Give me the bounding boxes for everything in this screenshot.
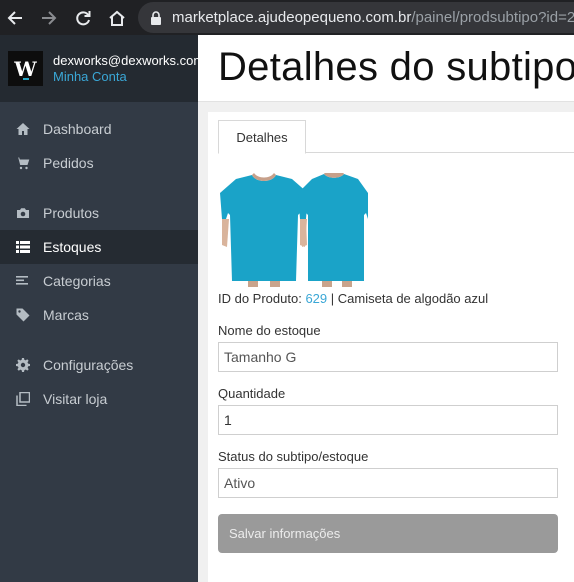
user-block: W dexworks@dexworks.com Minha Conta <box>0 35 198 102</box>
tshirt-image <box>220 173 368 287</box>
stock-name-field[interactable]: Tamanho G <box>218 342 558 372</box>
back-button[interactable] <box>0 0 30 35</box>
tag-icon <box>16 308 30 322</box>
sidebar-item-estoques[interactable]: Estoques <box>0 230 198 264</box>
sidebar-item-produtos[interactable]: Produtos <box>0 196 198 230</box>
sidebar-item-label: Visitar loja <box>43 391 108 407</box>
tab-bar: Detalhes <box>218 120 574 154</box>
sidebar-item-label: Categorias <box>43 273 111 289</box>
user-info: dexworks@dexworks.com Minha Conta <box>53 53 198 85</box>
sidebar-item-label: Pedidos <box>43 155 94 171</box>
quantity-label: Quantidade <box>218 386 286 401</box>
sidebar-item-label: Configurações <box>43 357 134 373</box>
sidebar-item-label: Marcas <box>43 307 89 323</box>
product-id-label: ID do Produto: <box>218 291 302 306</box>
status-field[interactable]: Ativo <box>218 468 558 498</box>
logo-letter: W <box>14 56 37 81</box>
separator: | <box>330 291 335 306</box>
house-icon <box>109 10 125 26</box>
sidebar-item-categorias[interactable]: Categorias <box>0 264 198 298</box>
sidebar-item-label: Produtos <box>43 205 100 221</box>
lines-icon <box>16 274 30 288</box>
url-path: /painel/prodsubtipo?id=2 <box>411 9 574 26</box>
product-id-link[interactable]: 629 <box>305 291 327 306</box>
gear-icon <box>16 358 30 372</box>
sidebar-item-dashboard[interactable]: Dashboard <box>0 112 198 146</box>
sidebar-menu: Dashboard Pedidos Produtos Estoques Cate… <box>0 102 198 416</box>
camera-icon <box>16 206 30 220</box>
details-panel: Detalhes ID do Produto: 629 | Camiseta d… <box>208 112 574 582</box>
reload-icon <box>76 10 91 25</box>
user-email: dexworks@dexworks.com <box>53 52 198 68</box>
cart-icon <box>16 156 30 170</box>
page-header: Detalhes do subtipo <box>198 35 574 102</box>
product-name: Camiseta de algodão azul <box>337 291 489 306</box>
status-label: Status do subtipo/estoque <box>218 449 369 464</box>
external-link-icon <box>16 392 30 406</box>
sidebar-item-configuracoes[interactable]: Configurações <box>0 348 198 382</box>
arrow-left-icon <box>7 10 22 25</box>
sidebar-item-label: Estoques <box>43 239 102 255</box>
url-host: marketplace.ajudeopequeno.com.br <box>172 9 412 26</box>
main-content: Detalhes do subtipo Detalhes ID do Produ… <box>198 35 574 582</box>
reload-button[interactable] <box>68 0 98 35</box>
sidebar-item-marcas[interactable]: Marcas <box>0 298 198 332</box>
product-info: ID do Produto: 629 | Camiseta de algodão… <box>218 291 574 307</box>
arrow-right-icon <box>42 10 57 25</box>
my-account-link[interactable]: Minha Conta <box>53 69 198 85</box>
sidebar-item-visitar-loja[interactable]: Visitar loja <box>0 382 198 416</box>
page-title: Detalhes do subtipo <box>218 45 574 89</box>
home-icon <box>16 122 30 136</box>
sidebar-item-pedidos[interactable]: Pedidos <box>0 146 198 180</box>
browser-toolbar: marketplace.ajudeopequeno.com.br/painel/… <box>0 0 574 35</box>
sidebar-item-label: Dashboard <box>43 121 112 137</box>
address-bar[interactable]: marketplace.ajudeopequeno.com.br/painel/… <box>138 2 574 33</box>
stock-name-label: Nome do estoque <box>218 323 321 338</box>
tab-detalhes[interactable]: Detalhes <box>218 120 306 154</box>
save-button[interactable]: Salvar informações <box>218 514 558 553</box>
forward-button[interactable] <box>34 0 64 35</box>
quantity-field[interactable]: 1 <box>218 405 558 435</box>
sidebar: W dexworks@dexworks.com Minha Conta Dash… <box>0 35 198 582</box>
list-icon <box>16 240 30 254</box>
home-button[interactable] <box>102 0 132 35</box>
product-image <box>218 173 574 287</box>
lock-icon <box>151 10 161 25</box>
store-logo[interactable]: W <box>8 51 43 86</box>
